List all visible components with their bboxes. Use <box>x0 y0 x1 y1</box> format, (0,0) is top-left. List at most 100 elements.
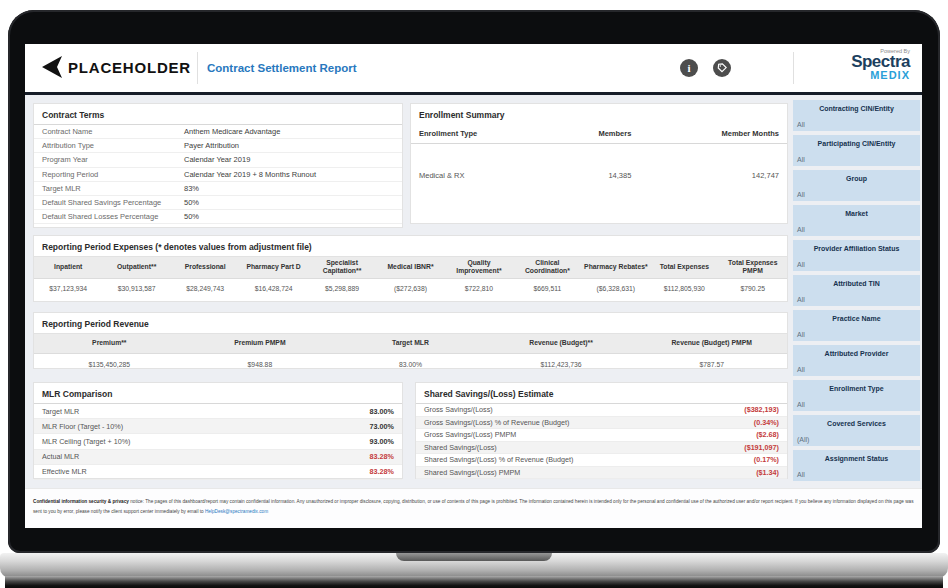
expenses-column-header: Total Expenses PMPM <box>719 257 787 278</box>
expenses-column-header: Professional <box>171 261 239 273</box>
shared-savings-row-label: Gross Savings/(Loss) <box>424 405 493 414</box>
filter-title: Contracting CIN/Entity <box>793 100 920 112</box>
expenses-column-header: Medical IBNR* <box>376 261 444 273</box>
member-months-value: 142,747 <box>631 171 779 180</box>
expenses-value-row: $37,123,934$30,913,587$28,249,743$16,428… <box>34 279 787 299</box>
filter-card-attributed-tin[interactable]: Attributed TIN All <box>793 275 920 306</box>
expenses-title: Reporting Period Expenses (* denotes val… <box>34 236 787 256</box>
filter-card-contracting-cin-entity[interactable]: Contracting CIN/Entity All <box>793 100 920 131</box>
revenue-column-header: Revenue (Budget)** <box>486 337 637 349</box>
contract-terms-card: Contract Terms Contract NameAnthem Medic… <box>33 103 403 228</box>
expenses-column-header: Pharmacy Rebates* <box>582 261 650 273</box>
filter-title: Covered Services <box>793 415 920 427</box>
expenses-cell: $28,249,743 <box>171 285 239 292</box>
filter-title: Group <box>793 170 920 182</box>
shared-savings-row-value: ($191,097) <box>744 443 779 452</box>
expenses-header-row: InpatientOutpatient**ProfessionalPharmac… <box>34 256 787 279</box>
tag-icon[interactable] <box>713 59 731 77</box>
filter-card-enrollment-type[interactable]: Enrollment TypeAll <box>793 380 920 411</box>
mlr-row-value: 73.00% <box>370 422 394 431</box>
dashboard-header: PLACEHOLDER Contract Settlement Report i… <box>25 44 922 92</box>
notice-lead: Confidential information security & priv… <box>33 499 129 504</box>
notice-body: notice: The pages of this dashboard/repo… <box>33 499 914 514</box>
mlr-row: Actual MLR83.28% <box>34 450 402 465</box>
shared-savings-row-label: Shared Savings/(Loss) <box>424 443 497 452</box>
header-divider-2 <box>793 52 794 84</box>
enrollment-summary-title: Enrollment Summary <box>411 104 787 124</box>
mlr-row: Target MLR83.00% <box>34 404 402 419</box>
mlr-comparison-title: MLR Comparison <box>34 383 402 403</box>
filter-value: All <box>797 296 805 303</box>
expenses-column-header: Total Expenses <box>650 261 718 273</box>
shared-savings-row: Shared Savings/(Loss) PMPM($1.34) <box>416 467 787 480</box>
members-value: 14,385 <box>538 171 632 180</box>
mlr-row-value: 83.28% <box>370 467 394 476</box>
header-divider <box>197 52 198 84</box>
term-label: Default Shared Losses Percentage <box>42 212 184 221</box>
expenses-cell: $112,805,930 <box>650 285 718 292</box>
shared-savings-row-value: (0.17%) <box>754 455 779 464</box>
filter-value: All <box>797 156 805 163</box>
filter-title: Assignment Status <box>793 450 920 462</box>
col-enrollment-type: Enrollment Type <box>419 129 538 138</box>
contract-term-row: Contract NameAnthem Medicare Advantage <box>34 125 402 139</box>
filter-value: All <box>797 331 805 338</box>
term-label: Reporting Period <box>42 170 184 179</box>
term-value: Calendar Year 2019 <box>184 155 250 164</box>
expenses-cell: $722,810 <box>445 285 513 292</box>
mlr-row-value: 83.00% <box>370 407 394 416</box>
expenses-column-header: Pharmacy Part D <box>239 261 307 273</box>
term-value: 83% <box>184 184 199 193</box>
term-label: Contract Name <box>42 127 184 136</box>
filter-title: Practice Name <box>793 310 920 322</box>
term-label: Target MLR <box>42 184 184 193</box>
logo-spectra: Spectra <box>810 54 910 70</box>
shared-savings-row: Gross Savings/(Loss) % of Revenue (Budge… <box>416 417 787 430</box>
shared-savings-title: Shared Savings/(Loss) Estimate <box>416 383 787 403</box>
expenses-cell: $790.25 <box>719 285 787 292</box>
filter-card-assignment-status[interactable]: Assignment StatusAll <box>793 450 920 481</box>
revenue-card: Reporting Period Revenue Premium**Premiu… <box>33 312 788 369</box>
enrollment-header-row: Enrollment Type Members Member Months <box>411 124 787 144</box>
contract-term-row: Default Shared Losses Percentage50% <box>34 210 402 224</box>
revenue-cell: $948.88 <box>185 361 336 368</box>
filter-card-group[interactable]: GroupAll <box>793 170 920 201</box>
mlr-row: MLR Ceiling (Target + 10%)93.00% <box>34 434 402 449</box>
filter-card-practice-name[interactable]: Practice Name All <box>793 310 920 341</box>
laptop-base-shadow <box>5 576 943 588</box>
laptop-base <box>0 553 948 578</box>
filter-card-provider-affiliation-status[interactable]: Provider Affiliation StatusAll <box>793 240 920 271</box>
enrollment-data-row: Medical & RX 14,385 142,747 <box>411 144 787 206</box>
mlr-row-label: MLR Floor (Target - 10%) <box>42 422 123 431</box>
expenses-column-header: Specialist Capitation** <box>308 257 376 278</box>
revenue-cell: 83.00% <box>335 361 486 368</box>
placeholder-logo-icon <box>41 55 63 79</box>
revenue-title: Reporting Period Revenue <box>34 313 787 333</box>
filter-card-market[interactable]: Market All <box>793 205 920 236</box>
shared-savings-row-label: Gross Savings/(Loss) PMPM <box>424 430 516 439</box>
expenses-cell: $5,298,889 <box>308 285 376 292</box>
term-label: Default Shared Savings Percentage <box>42 198 184 207</box>
filter-title: Market <box>793 205 920 217</box>
term-label: Program Year <box>42 155 184 164</box>
filter-card-covered-services[interactable]: Covered Services(All) <box>793 415 920 446</box>
revenue-header-row: Premium**Premium PMPMTarget MLRRevenue (… <box>34 333 787 354</box>
term-value: Calendar Year 2019 + 8 Months Runout <box>184 170 316 179</box>
filter-value: All <box>797 401 805 408</box>
filter-card-participating-cin-entity[interactable]: Participating CIN/EntityAll <box>793 135 920 166</box>
logo-medix: MEDIX <box>810 70 910 80</box>
header-separator <box>25 92 922 95</box>
helpdesk-email-link[interactable]: HelpDesk@spectramedix.com <box>205 509 268 514</box>
filter-value: All <box>797 226 805 233</box>
spectramedix-logo: Powered By Spectra MEDIX <box>810 48 910 80</box>
mlr-row-value: 83.28% <box>370 452 394 461</box>
expenses-column-header: Clinical Coordination* <box>513 257 581 278</box>
info-icon[interactable]: i <box>680 59 698 77</box>
filter-title: Attributed TIN <box>793 275 920 287</box>
filter-card-attributed-provider[interactable]: Attributed ProviderAll <box>793 345 920 376</box>
revenue-column-header: Premium** <box>34 337 185 349</box>
col-members: Members <box>538 129 632 138</box>
filter-title: Attributed Provider <box>793 345 920 357</box>
filter-value: All <box>797 121 805 128</box>
dashboard-screen: PLACEHOLDER Contract Settlement Report i… <box>25 44 922 528</box>
